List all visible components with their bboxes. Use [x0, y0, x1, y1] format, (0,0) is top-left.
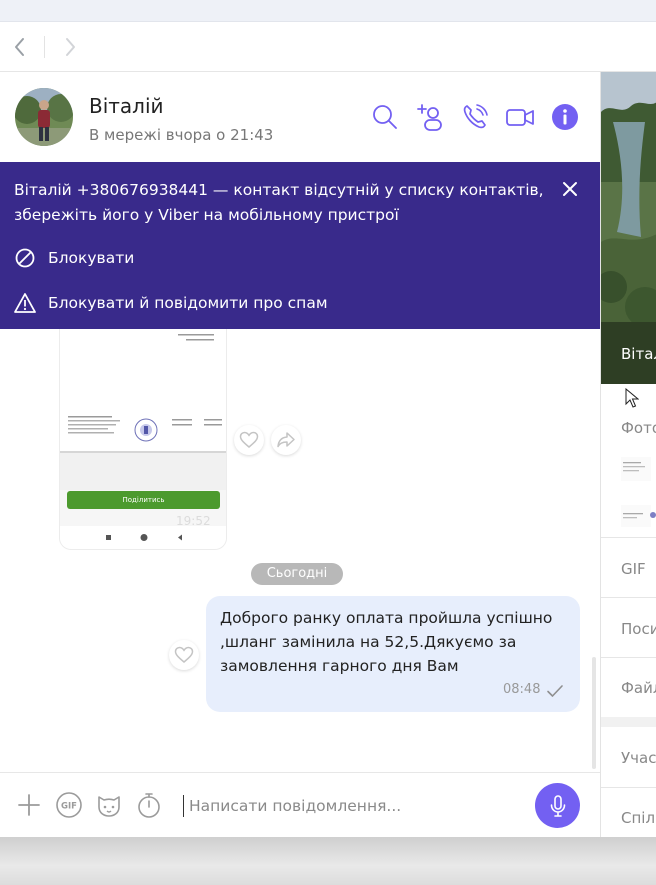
message-text: Доброго ранку оплата пройшла успішно ,шл… — [220, 609, 553, 675]
side-section-gap — [601, 717, 656, 727]
heart-icon[interactable] — [234, 425, 264, 455]
search-icon[interactable] — [370, 102, 400, 132]
contact-photo[interactable]: Віталій — [601, 72, 656, 384]
document-preview — [60, 320, 226, 490]
contact-info-panel: Віталій Фото GIF Посилання Файли Учасник… — [600, 72, 656, 837]
date-separator: Сьогодні — [251, 563, 343, 585]
window-top-strip — [0, 0, 656, 22]
phone-icon[interactable] — [460, 102, 490, 132]
timer-icon[interactable] — [135, 791, 163, 819]
block-and-report-button[interactable]: Блокувати й повідомити про спам — [14, 290, 328, 316]
avatar[interactable] — [15, 88, 73, 146]
side-links-label[interactable]: Посилання — [621, 620, 656, 638]
chevron-right-icon[interactable] — [58, 34, 82, 60]
side-shared-label[interactable]: Спільні групи — [621, 809, 656, 827]
contact-name[interactable]: Віталій — [89, 94, 164, 118]
heart-icon[interactable] — [169, 640, 199, 670]
chat-header: Віталій В мережі вчора о 21:43 — [0, 72, 600, 162]
message-list: Поділитись 19:52 Сьогодні Доброго ранку … — [0, 319, 600, 772]
text-caret — [183, 795, 184, 817]
side-divider — [601, 787, 656, 788]
media-thumbnails — [621, 457, 656, 527]
cursor-pointer-icon — [625, 388, 639, 408]
side-participants-label[interactable]: Учасники — [621, 749, 656, 767]
sticker-icon[interactable] — [95, 791, 123, 819]
chevron-left-icon[interactable] — [8, 34, 32, 60]
unknown-contact-banner: Віталій +380676938441 — контакт відсутні… — [0, 162, 600, 329]
message-time: 08:48 — [503, 682, 541, 697]
gif-label: GIF — [61, 802, 77, 812]
navigation-bar — [0, 22, 656, 72]
side-contact-name: Віталій — [621, 345, 656, 363]
window-bottom-shadow — [0, 837, 656, 885]
info-icon[interactable] — [550, 102, 580, 132]
side-divider — [601, 537, 656, 538]
warning-icon — [14, 293, 36, 313]
microphone-icon — [550, 794, 565, 817]
video-camera-icon[interactable] — [505, 102, 535, 132]
check-icon — [546, 683, 564, 702]
side-divider — [601, 657, 656, 658]
share-image-button: Поділитись — [67, 491, 220, 509]
block-spam-label: Блокувати й повідомити про спам — [48, 294, 328, 312]
close-icon[interactable] — [559, 178, 581, 200]
side-photos-label[interactable]: Фото — [621, 419, 656, 437]
chat-panel: Віталій В мережі вчора о 21:43 Віталій +… — [0, 72, 600, 837]
side-files-label[interactable]: Файли — [621, 679, 656, 697]
block-icon — [15, 248, 35, 268]
message-input[interactable] — [189, 791, 519, 821]
side-gif-label[interactable]: GIF — [621, 560, 646, 578]
image-message[interactable]: Поділитись 19:52 — [59, 319, 227, 550]
share-icon[interactable] — [271, 425, 301, 455]
side-divider — [601, 597, 656, 598]
image-phone-navbar — [60, 526, 226, 549]
banner-text: Віталій +380676938441 — контакт відсутні… — [14, 181, 544, 224]
message-scrollbar[interactable] — [592, 657, 596, 769]
contact-status: В мережі вчора о 21:43 — [89, 126, 274, 144]
plus-icon[interactable] — [15, 791, 43, 819]
microphone-button[interactable] — [535, 783, 580, 828]
add-person-icon[interactable] — [415, 102, 445, 132]
outgoing-message-bubble[interactable]: Доброго ранку оплата пройшла успішно ,шл… — [206, 596, 580, 712]
block-label: Блокувати — [48, 249, 135, 267]
message-composer: GIF — [0, 772, 600, 837]
nav-separator — [44, 36, 45, 58]
block-button[interactable]: Блокувати — [14, 245, 134, 271]
gif-icon[interactable]: GIF — [55, 791, 83, 819]
